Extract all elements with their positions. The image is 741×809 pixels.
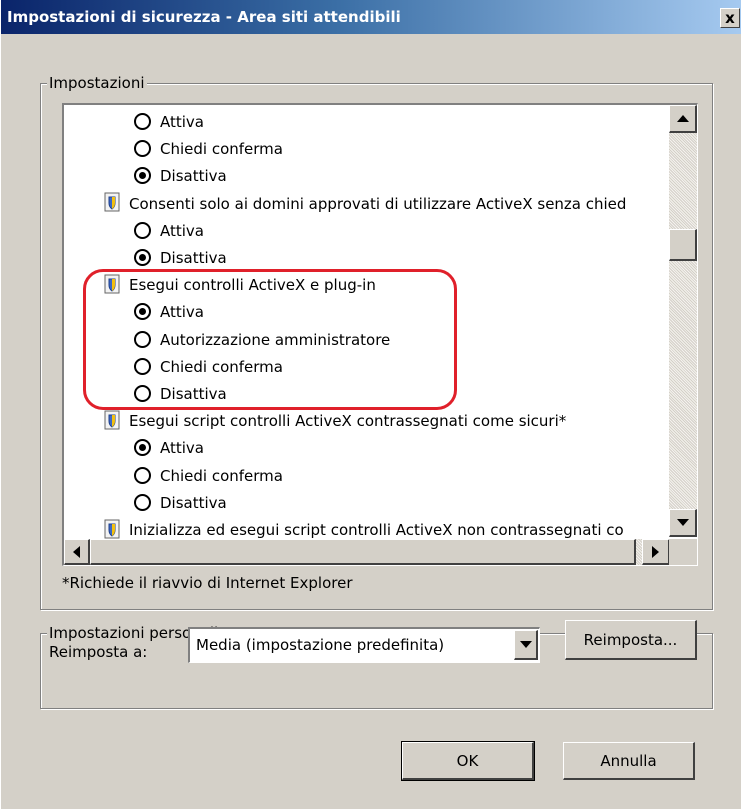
arrow-right-icon [652,545,659,558]
radio-option[interactable]: Disattiva [134,490,227,517]
horizontal-scrollbar[interactable] [64,539,670,565]
radio-option[interactable]: Attiva [134,299,204,326]
radio-checked-icon[interactable] [134,167,151,185]
radio-checked-icon[interactable] [134,439,151,457]
radio-unchecked-icon[interactable] [134,221,151,239]
reset-to-label: Reimposta a: [49,643,148,661]
scroll-up-button[interactable] [669,105,697,133]
close-icon: x [725,8,735,27]
scroll-thumb-horizontal[interactable] [90,539,636,565]
radio-option-label: Chiedi conferma [160,140,283,159]
reset-button[interactable]: Reimposta... [565,620,697,660]
reset-level-select[interactable]: Media (impostazione predefinita) [188,627,540,663]
setting-category: Consenti solo ai domini approvati di uti… [104,191,626,218]
radio-option-label: Attiva [160,113,204,131]
scroll-left-button[interactable] [64,539,90,565]
arrow-left-icon [73,545,80,558]
setting-category-label: Esegui script controlli ActiveX contrass… [129,412,567,431]
arrow-down-icon [676,519,689,526]
vertical-scrollbar[interactable] [669,105,697,537]
reset-level-value: Media (impostazione predefinita) [196,636,445,654]
window-title: Impostazioni di sicurezza - Area siti at… [7,8,401,26]
activex-shield-icon [104,274,120,294]
radio-option-label: Chiedi conferma [160,357,283,376]
radio-option[interactable]: Chiedi conferma [134,463,283,490]
settings-tree-content: Attiva Chiedi conferma Disattiva Consenti s… [64,109,670,541]
radio-option[interactable]: Chiedi conferma [134,354,283,381]
radio-option[interactable]: Autorizzazione amministratore [134,327,390,354]
radio-checked-icon[interactable] [134,303,151,321]
settings-legend: Impostazioni [47,74,147,92]
radio-option-label: Disattiva [160,167,227,186]
radio-option[interactable]: Chiedi conferma [134,136,283,163]
cancel-button[interactable]: Annulla [563,742,695,780]
scroll-thumb-vertical[interactable] [669,229,697,261]
ok-button[interactable]: OK [401,741,535,781]
scroll-down-button[interactable] [669,509,697,537]
radio-option[interactable]: Attiva [134,218,204,245]
chevron-down-icon [519,641,532,648]
activex-shield-icon [104,410,120,430]
title-bar[interactable]: Impostazioni di sicurezza - Area siti at… [1,0,741,34]
radio-unchecked-icon[interactable] [134,113,151,130]
radio-option[interactable]: Attiva [134,435,204,462]
setting-category: Inizializza ed esegui script controlli A… [104,517,624,541]
radio-option-label: Attiva [160,303,204,322]
radio-option-label: Disattiva [160,493,227,512]
radio-option[interactable]: Disattiva [134,245,227,272]
radio-unchecked-icon[interactable] [134,493,151,511]
arrow-up-icon [676,115,689,122]
radio-unchecked-icon[interactable] [134,385,151,402]
radio-option-label: Disattiva [160,385,227,403]
setting-category-label: Inizializza ed esegui script controlli A… [129,521,624,539]
radio-option-label: Chiedi conferma [160,466,283,485]
radio-unchecked-icon[interactable] [134,140,151,158]
scroll-right-button[interactable] [642,539,670,565]
radio-unchecked-icon[interactable] [134,357,151,375]
security-settings-dialog: Impostazioni di sicurezza - Area siti at… [0,0,741,809]
radio-option[interactable]: Disattiva [134,163,227,190]
radio-option-label: Attiva [160,221,204,240]
radio-unchecked-icon[interactable] [134,466,151,484]
setting-category-label: Consenti solo ai domini approvati di uti… [129,194,627,213]
restart-note: *Richiede il riavvio di Internet Explore… [62,574,353,592]
settings-tree-list[interactable]: Attiva Chiedi conferma Disattiva Consenti s… [62,103,698,566]
activex-shield-icon [104,192,120,212]
radio-option-label: Attiva [160,439,204,458]
radio-option-label: Autorizzazione amministratore [160,330,391,349]
radio-checked-icon[interactable] [134,249,151,266]
setting-category: Esegui controlli ActiveX e plug-in [104,272,376,299]
close-button[interactable]: x [720,8,740,28]
setting-category: Esegui script controlli ActiveX contrass… [104,408,566,435]
radio-option[interactable]: Attiva [134,109,204,136]
radio-unchecked-icon[interactable] [134,330,151,348]
dropdown-button[interactable] [514,630,538,660]
activex-shield-icon [104,519,120,539]
radio-option[interactable]: Disattiva [134,381,227,408]
scrollbar-corner [669,539,697,565]
setting-category-label: Esegui controlli ActiveX e plug-in [129,276,376,295]
radio-option-label: Disattiva [160,249,227,267]
